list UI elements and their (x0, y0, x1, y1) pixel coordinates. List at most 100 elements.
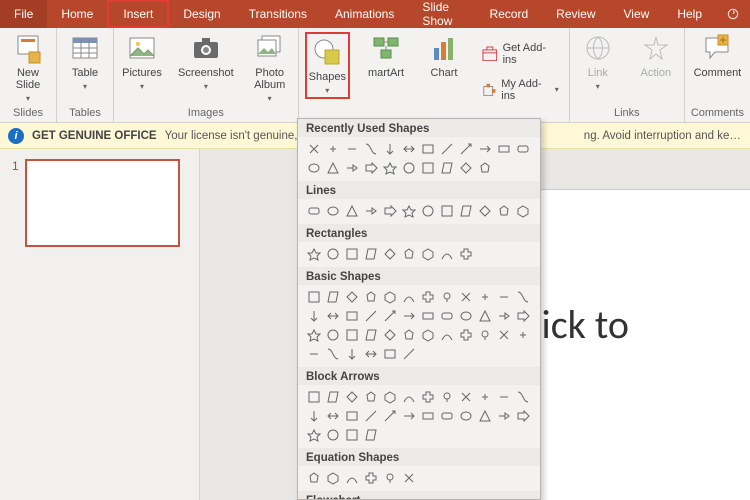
shape-item[interactable] (437, 244, 456, 263)
shape-item[interactable] (380, 287, 399, 306)
shape-item[interactable] (475, 387, 494, 406)
shape-item[interactable] (494, 325, 513, 344)
tab-animations[interactable]: Animations (321, 0, 408, 28)
photo-album-button[interactable]: Photo Album ▾ (248, 32, 292, 103)
shape-item[interactable] (323, 201, 342, 220)
shape-item[interactable] (456, 325, 475, 344)
shape-item[interactable] (475, 201, 494, 220)
shape-item[interactable] (380, 158, 399, 177)
action-button[interactable]: Action (634, 32, 678, 91)
shape-item[interactable] (323, 468, 342, 487)
shape-item[interactable] (361, 406, 380, 425)
shape-item[interactable] (380, 406, 399, 425)
shape-item[interactable] (437, 201, 456, 220)
shape-item[interactable] (342, 158, 361, 177)
shape-item[interactable] (437, 406, 456, 425)
shape-item[interactable] (399, 244, 418, 263)
shape-item[interactable] (342, 244, 361, 263)
shape-item[interactable] (456, 201, 475, 220)
shape-item[interactable] (304, 344, 323, 363)
slide-title-placeholder[interactable]: Click to (511, 300, 750, 349)
shape-item[interactable] (399, 468, 418, 487)
shape-item[interactable] (342, 306, 361, 325)
shape-item[interactable] (437, 139, 456, 158)
shape-item[interactable] (380, 387, 399, 406)
shape-item[interactable] (361, 387, 380, 406)
shape-item[interactable] (456, 139, 475, 158)
shape-item[interactable] (513, 387, 532, 406)
shape-item[interactable] (361, 158, 380, 177)
shape-item[interactable] (475, 306, 494, 325)
shape-item[interactable] (323, 306, 342, 325)
shape-item[interactable] (361, 468, 380, 487)
shape-item[interactable] (380, 201, 399, 220)
shape-item[interactable] (304, 468, 323, 487)
shape-item[interactable] (361, 325, 380, 344)
shape-item[interactable] (418, 387, 437, 406)
thumbnail-row[interactable]: 1 (12, 159, 187, 247)
shape-item[interactable] (304, 387, 323, 406)
shape-item[interactable] (361, 344, 380, 363)
shape-item[interactable] (304, 306, 323, 325)
shape-item[interactable] (342, 287, 361, 306)
shape-item[interactable] (494, 201, 513, 220)
shape-item[interactable] (456, 287, 475, 306)
shape-item[interactable] (304, 425, 323, 444)
shape-item[interactable] (361, 306, 380, 325)
comment-button[interactable]: Comment (694, 32, 742, 79)
shape-item[interactable] (399, 325, 418, 344)
shape-item[interactable] (513, 325, 532, 344)
chart-button[interactable]: Chart (422, 32, 466, 99)
shape-item[interactable] (323, 344, 342, 363)
shape-item[interactable] (342, 201, 361, 220)
shape-item[interactable] (361, 244, 380, 263)
shape-item[interactable] (380, 468, 399, 487)
shape-item[interactable] (418, 306, 437, 325)
tab-view[interactable]: View (610, 0, 664, 28)
shape-item[interactable] (494, 139, 513, 158)
shape-item[interactable] (380, 139, 399, 158)
new-slide-button[interactable]: New Slide ▾ (6, 32, 50, 103)
shape-item[interactable] (380, 325, 399, 344)
shape-item[interactable] (342, 468, 361, 487)
shape-item[interactable] (323, 287, 342, 306)
smartart-button[interactable]: martArt (364, 32, 408, 99)
shape-item[interactable] (323, 325, 342, 344)
shape-item[interactable] (494, 406, 513, 425)
shape-item[interactable] (456, 306, 475, 325)
shape-item[interactable] (323, 244, 342, 263)
shape-item[interactable] (437, 287, 456, 306)
slide-subtitle-placeholder[interactable]: Click to (511, 369, 750, 390)
shape-item[interactable] (494, 387, 513, 406)
shape-item[interactable] (475, 287, 494, 306)
shape-item[interactable] (304, 139, 323, 158)
shape-item[interactable] (437, 325, 456, 344)
shape-item[interactable] (342, 406, 361, 425)
shape-item[interactable] (418, 244, 437, 263)
screenshot-button[interactable]: Screenshot ▾ (178, 32, 234, 103)
shape-item[interactable] (418, 287, 437, 306)
shape-item[interactable] (513, 306, 532, 325)
tab-design[interactable]: Design (169, 0, 234, 28)
shape-item[interactable] (513, 139, 532, 158)
shape-item[interactable] (361, 139, 380, 158)
tab-home[interactable]: Home (47, 0, 107, 28)
shape-item[interactable] (456, 244, 475, 263)
shape-item[interactable] (456, 406, 475, 425)
shape-item[interactable] (456, 158, 475, 177)
shape-item[interactable] (380, 306, 399, 325)
shape-item[interactable] (475, 406, 494, 425)
shape-item[interactable] (418, 139, 437, 158)
shape-item[interactable] (399, 306, 418, 325)
shape-item[interactable] (361, 425, 380, 444)
shape-item[interactable] (437, 387, 456, 406)
tab-insert[interactable]: Insert (107, 0, 169, 28)
table-button[interactable]: Table ▾ (63, 32, 107, 91)
shape-item[interactable] (418, 406, 437, 425)
tab-review[interactable]: Review (542, 0, 609, 28)
tell-me-icon[interactable] (716, 0, 750, 28)
shape-item[interactable] (513, 201, 532, 220)
shape-item[interactable] (418, 325, 437, 344)
shape-item[interactable] (494, 287, 513, 306)
shape-item[interactable] (361, 287, 380, 306)
